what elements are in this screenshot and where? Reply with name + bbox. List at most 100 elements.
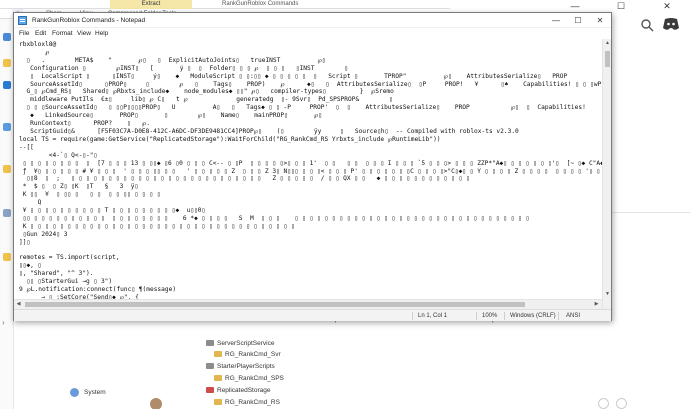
search-icon[interactable]: [640, 18, 654, 32]
folder-icon[interactable]: [3, 165, 11, 173]
tree-item-starterplayerscripts: StarterPlayerScripts: [206, 361, 275, 372]
explorer-tree-screenshot: ServerScriptService RG_RankCmd_Svr Start…: [200, 335, 360, 409]
folder-icon[interactable]: [3, 253, 11, 261]
explorer-nav-pane: ›: [0, 19, 14, 409]
menu-edit[interactable]: Edit: [35, 28, 46, 39]
zoom-level: 100%: [482, 313, 498, 319]
scroll-up-icon[interactable]: ▲: [603, 39, 612, 48]
extract-tab-label: Extract: [141, 1, 161, 7]
text-line: ▯▯ ▯StarterGui →g ▯ 3"): [19, 278, 113, 286]
folder-icon: [214, 399, 222, 405]
minimize-button[interactable]: —: [545, 13, 567, 28]
text-line: ¥ ▯ ▯ ▯ ▯ ▯ ▯ ▯ ▯ ▯ ▯ T ▯ ▯ ▯ ▯ ▯ ▯ ▯ ▯ …: [19, 207, 206, 215]
text-line: --[[: [19, 143, 34, 151]
notepad-app-icon: [18, 16, 27, 25]
service-icon: [206, 363, 214, 369]
notepad-title: RankGunRoblox Commands - Notepad: [32, 17, 146, 24]
text-line: local TS = require(game:GetService("Repl…: [19, 135, 441, 143]
notepad-content: rbxbloxl8@ ℘ ▯ . META$ " ℘▯ ▯ ExplicitAu…: [19, 41, 602, 309]
text-line: * $ ▯ ▯ Z▯ ▯K ▯T § 3 ÿ▯: [19, 183, 139, 191]
system-label: System: [84, 389, 106, 396]
horizontal-scroll-thumb[interactable]: [25, 302, 525, 307]
folder-icon: [214, 375, 222, 381]
text-line: <4-`▯ Q<-▯-"▯: [19, 151, 98, 159]
horizontal-scrollbar[interactable]: ◀ ▶: [14, 299, 602, 309]
notepad-title-bar[interactable]: RankGunRoblox Commands - Notepad — ☐ ✕: [14, 13, 611, 28]
extract-tab[interactable]: Extract: [110, 0, 192, 9]
explorer-window-title: RankGunRoblox Commands: [222, 1, 299, 7]
notepad-menu-bar: File Edit Format View Help: [14, 28, 611, 39]
text-line: K ▯▯ ¥ ▯ ▯▯ ▯ ▯ ▯ ▯ ▯ ▯▯ ▯ ▯ ▯ ▯: [19, 191, 161, 199]
text-line: ƒ ¥▯ ▯ ▯ ▯ ▯ ▯ # ¥ ▯ ▯ ▯ ' ▯ ▯ ▯ ▯▯ ▯ ▯ …: [19, 167, 602, 175]
menu-help[interactable]: Help: [95, 28, 108, 39]
scroll-down-icon[interactable]: ▼: [603, 290, 612, 299]
text-line: ▯▯8 ▯ ; ▯ ▯ ▯ ▯ ▯ ▯ ▯ ▯ ▯ ▯ ▯ ▯ ▯ ▯ ▯ ▯ …: [19, 175, 470, 183]
text-line: middleware PutIls €±▯ lib▯ ℘ C▯ t ℘ gene…: [19, 96, 393, 104]
text-line: ▯Gun 2024▯ 3: [19, 230, 68, 238]
tree-item-label: RG_RankCmd_RS: [225, 399, 280, 406]
text-line: 9 ℘L.notification:connect(func▯ ¶(messag…: [19, 286, 177, 294]
minimize-icon[interactable]: —: [552, 0, 598, 12]
scroll-right-icon[interactable]: ▶: [592, 300, 601, 309]
text-line: ▯ . META$ " ℘▯ ▯ ExplicitAutoJoints▯ tru…: [19, 56, 326, 64]
service-icon: [206, 387, 214, 393]
menu-format[interactable]: Format: [52, 28, 73, 39]
line-ending: Windows (CRLF): [510, 313, 556, 319]
status-separator: [558, 312, 559, 320]
quick-access-icon[interactable]: [3, 33, 11, 41]
notepad-status-bar: Ln 1, Col 1 100% Windows (CRLF) ANSI: [14, 309, 611, 321]
close-button[interactable]: ✕: [589, 13, 611, 28]
close-icon[interactable]: ✕: [644, 0, 690, 12]
system-icon: [70, 388, 79, 397]
avatar[interactable]: [150, 398, 162, 409]
text-line: ▯ ▯ ▯SourceAssetId▯ ▯ ▯▯P▯▯▯▯PROP▯ U A▯ …: [26, 104, 586, 112]
pc-icon[interactable]: [3, 123, 11, 131]
onedrive-icon[interactable]: [3, 81, 11, 89]
text-line: ]]▯: [19, 238, 31, 246]
folder-icon[interactable]: [3, 59, 11, 67]
text-line: ℘: [19, 48, 50, 56]
text-line: K ▯ ▯ ▯ ▯ ▯ ▯ ▯ ▯ ▯ ▯ ▯ ▯ ▯ ▯ ▯ ▯ ▯ ▯ ▯ …: [19, 222, 295, 230]
tree-item-label: ReplicatedStorage: [217, 387, 271, 394]
menu-view[interactable]: View: [77, 28, 91, 39]
text-line: SourceAssetId▯ ▯PROP▯ ▯ ℘ ▯ Tags▯ PROP) …: [30, 80, 602, 88]
tree-item-replicatedstorage: ReplicatedStorage: [206, 385, 270, 396]
text-line: G_▯ ℘Cmd_RS▯ Shared▯ ℘Rbxts_include◆ nod…: [19, 88, 394, 96]
text-line: Q: [19, 199, 42, 207]
text-line: ▯▯◆, ▯: [19, 262, 42, 270]
reply-button[interactable]: [598, 398, 609, 409]
drive-icon[interactable]: [3, 209, 11, 217]
text-line: ◆ LinkedSource▯ PROP▯ ▯ ℘▯ Name▯ mainPRO…: [19, 112, 322, 120]
maximize-icon[interactable]: ☐: [598, 0, 644, 12]
text-line: ▯ ▯ ▯ ▯ ▯ ▯ ▯ ▯ ▯ [7 ▯ ▯ ▯ 13 ▯ ▯▯◆ ▯6 ▯…: [22, 159, 602, 167]
text-line: ScriptGuid▯& [F5F03C7A-D0E8-412C-A6DC-DF…: [19, 127, 519, 135]
text-line: ▯ LocalScript ▯ ▯INST▯ ý▯ ◆ ModuleScript…: [19, 72, 568, 80]
menu-file[interactable]: File: [19, 28, 29, 39]
tree-item-rg-rankcmd-svr: RG_RankCmd_Svr: [214, 349, 281, 360]
service-icon: [206, 340, 214, 346]
desktop: { "explorer": { "extract_tab": "Extract"…: [0, 0, 690, 409]
discord-icon[interactable]: [662, 17, 680, 31]
encoding: ANSI: [566, 313, 581, 319]
text-line: ▯, "Shared", "^ 3").: [19, 270, 94, 278]
tree-item-label: StarterPlayerScripts: [217, 363, 275, 370]
chevron-right-icon[interactable]: ›: [2, 319, 5, 327]
cursor-position: Ln 1, Col 1: [418, 313, 448, 319]
notepad-text-area[interactable]: rbxbloxl8@ ℘ ▯ . META$ " ℘▯ ▯ ExplicitAu…: [14, 39, 602, 309]
forum-divider: [612, 212, 690, 213]
tree-item-label: RG_RankCmd_SPS: [225, 375, 284, 382]
maximize-button[interactable]: ☐: [567, 13, 589, 28]
notepad-window: RankGunRoblox Commands - Notepad — ☐ ✕ F…: [13, 12, 612, 321]
vertical-scrollbar[interactable]: ▲ ▼: [602, 39, 611, 309]
tree-item-rg-rankcmd-sps: RG_RankCmd_SPS: [214, 373, 284, 384]
text-line: Configuration ▯ ℘INST▯ [ ý ▯ ▯ Folder▯ ▯…: [19, 64, 348, 72]
text-line: [19, 247, 601, 255]
status-separator: [504, 312, 505, 320]
tree-item-serverscriptservice: ServerScriptService: [206, 338, 274, 349]
scroll-left-icon[interactable]: ◀: [14, 300, 23, 309]
status-separator: [412, 312, 413, 320]
tree-item-rg-rankcmd-rs: RG_RankCmd_RS: [214, 397, 280, 408]
more-button[interactable]: [616, 398, 627, 409]
status-separator: [476, 312, 477, 320]
vertical-scroll-thumb[interactable]: [605, 51, 610, 67]
